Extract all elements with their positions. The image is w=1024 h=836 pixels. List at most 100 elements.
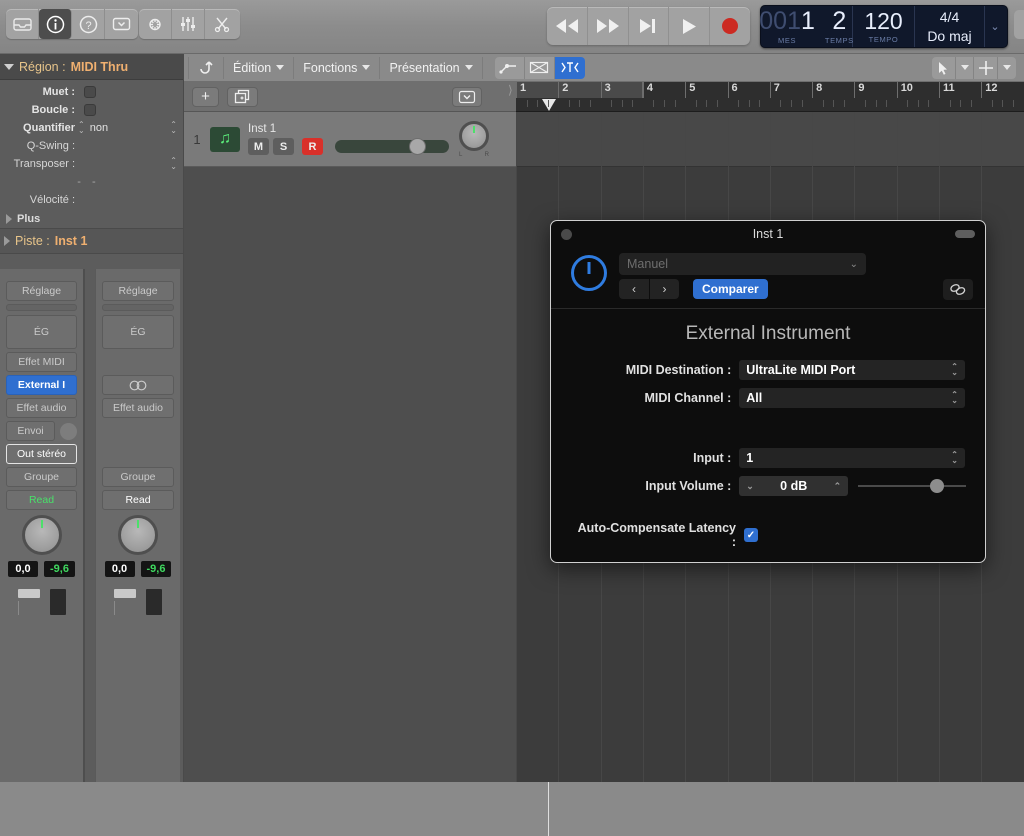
strip1-group-slot[interactable]: Groupe	[6, 467, 77, 487]
strip2-audio-fx-slot[interactable]: Effet audio	[102, 398, 174, 418]
plugin-resize-icon[interactable]	[955, 230, 975, 238]
add-track-button[interactable]: +	[192, 86, 219, 107]
forward-button[interactable]	[588, 7, 629, 45]
help-icon[interactable]: ?	[72, 9, 105, 39]
strip1-audio-fx-slot[interactable]: Effet audio	[6, 398, 77, 418]
duplicate-track-button[interactable]	[227, 86, 258, 107]
lcd-tempo[interactable]: 120 TEMPO	[853, 6, 915, 47]
mixer-icon[interactable]	[172, 9, 205, 39]
goto-end-button[interactable]	[629, 7, 670, 45]
tab-presentation[interactable]: Présentation	[380, 56, 483, 79]
midi-destination-popup[interactable]: UltraLite MIDI Port ⌃ ⌄	[739, 360, 965, 380]
editor-scissors-icon[interactable]	[205, 9, 238, 39]
strip1-send-knob[interactable]	[60, 422, 77, 440]
play-button[interactable]	[669, 7, 711, 45]
track-volume-handle[interactable]	[409, 138, 426, 155]
automation-icon[interactable]	[495, 56, 525, 79]
strip1-output-slot[interactable]: Out stéréo	[6, 444, 77, 464]
lcd-display[interactable]: 001 1 MES 2 TEMPS 120 TEMPO 4/4 Do maj ⌄	[759, 5, 1008, 48]
plugin-close-icon[interactable]	[561, 229, 572, 240]
inspector-row-qswing[interactable]: Q-Swing :	[0, 137, 183, 155]
toolbar-overflow-button[interactable]	[1014, 10, 1024, 39]
inspector-row-muet[interactable]: Muet :	[0, 83, 183, 101]
strip1-fader-handle[interactable]	[17, 589, 40, 615]
strip1-eq-button[interactable]: ÉG	[6, 315, 77, 349]
lcd-position[interactable]: 001 1 MES 2 TEMPS	[759, 6, 853, 47]
strip2-eq-button[interactable]: ÉG	[102, 315, 174, 349]
inspector-row-boucle[interactable]: Boucle :	[0, 101, 183, 119]
smart-controls-icon[interactable]	[139, 9, 172, 39]
plugin-titlebar[interactable]: Inst 1	[551, 221, 985, 247]
disclosure-down-icon[interactable]	[4, 63, 14, 70]
link-chain-icon[interactable]	[943, 279, 973, 300]
stepper-icon[interactable]: ⌃ ⌄	[951, 363, 958, 377]
strip2-volume-value[interactable]: -9,6	[140, 561, 172, 577]
pointer-tool-chevron-icon[interactable]	[956, 56, 974, 79]
track-volume-slider[interactable]	[335, 138, 449, 155]
strip2-pan-knob[interactable]	[118, 515, 158, 555]
flex-fade-icon[interactable]	[525, 56, 555, 79]
inspector-row-quantifier[interactable]: Quantifier ⌃ ⌄ non ⌃ ⌄	[0, 119, 183, 137]
inspector-region-header[interactable]: Région : MIDI Thru	[0, 54, 183, 80]
lcd-chevron-down-icon[interactable]: ⌄	[985, 6, 1005, 47]
strip1-pan-value[interactable]: 0,0	[8, 561, 39, 577]
track-name[interactable]: Inst 1	[248, 123, 449, 135]
strip1-pan-knob[interactable]	[21, 515, 62, 555]
toolbar-collapse-icon[interactable]	[105, 9, 138, 39]
strip2-automation-mode[interactable]: Read	[102, 490, 174, 510]
timeline-ruler[interactable]: ⟩ 1 2 3 4 5 6 7 8 9 10 11 12	[508, 82, 1024, 112]
solo-button[interactable]: S	[273, 138, 294, 155]
preset-dropdown[interactable]: Manuel ⌄	[619, 253, 866, 275]
strip2-thin-slot[interactable]	[102, 304, 174, 311]
auto-compensate-checkbox[interactable]: ✓	[744, 528, 758, 542]
strip1-thin-slot[interactable]	[6, 304, 77, 311]
strip1-setting-button[interactable]: Réglage	[6, 281, 77, 301]
inspector-track-header[interactable]: Piste : Inst 1	[0, 228, 183, 254]
strip1-send-slot[interactable]: Envoi	[6, 421, 55, 441]
strip1-midi-fx-slot[interactable]: Effet MIDI	[6, 352, 77, 372]
strip2-setting-button[interactable]: Réglage	[102, 281, 174, 301]
inspector-row-velocite[interactable]: Vélocité :	[0, 191, 183, 209]
collapse-tracks-button[interactable]	[452, 86, 482, 107]
quantifier-stepper-icon[interactable]: ⌃ ⌄	[170, 121, 177, 135]
next-preset-button[interactable]: ›	[649, 279, 679, 299]
slider-handle[interactable]	[930, 479, 945, 493]
stepper-icon[interactable]: ⌃ ⌄	[951, 451, 958, 465]
snap-marquee-icon[interactable]	[554, 56, 585, 79]
inspector-more-toggle[interactable]: Plus	[0, 209, 183, 228]
strip2-stereo-icon[interactable]	[102, 375, 174, 395]
midi-channel-popup[interactable]: All ⌃ ⌄	[739, 388, 965, 408]
boucle-checkbox[interactable]	[84, 104, 96, 116]
strip1-instrument-slot[interactable]: External I	[6, 375, 77, 395]
track-list-empty-area[interactable]	[184, 167, 516, 782]
strip2-group-slot[interactable]: Groupe	[102, 467, 174, 487]
stepper-icon[interactable]: ⌃ ⌄	[951, 391, 958, 405]
cycle-region[interactable]	[516, 82, 643, 98]
track-pan-knob[interactable]	[459, 120, 489, 151]
tab-fonctions[interactable]: Fonctions	[294, 56, 381, 79]
lcd-signature[interactable]: 4/4 Do maj	[915, 6, 985, 47]
mute-button[interactable]: M	[248, 138, 269, 155]
strip1-volume-value[interactable]: -9,6	[44, 561, 75, 577]
compare-button[interactable]: Comparer	[693, 279, 768, 299]
volume-decrement-icon[interactable]: ⌄	[746, 481, 754, 492]
info-icon[interactable]	[39, 9, 72, 39]
library-icon[interactable]	[6, 9, 39, 39]
pointer-tool-icon[interactable]	[932, 56, 956, 79]
strip1-automation-mode[interactable]: Read	[6, 490, 77, 510]
track-disclosure-icon[interactable]	[4, 236, 10, 246]
quantifier-stepper-left-icon[interactable]: ⌃ ⌄	[78, 121, 85, 135]
input-popup[interactable]: 1 ⌃ ⌄	[739, 448, 965, 468]
power-button-icon[interactable]	[571, 255, 607, 291]
track-header-inst1[interactable]: 1 ♫ Inst 1 M S R L R	[184, 112, 516, 167]
marquee-tool-chevron-icon[interactable]	[998, 57, 1016, 79]
transposer-stepper-icon[interactable]: ⌃ ⌄	[170, 157, 177, 171]
inspector-row-transposer[interactable]: Transposer : ⌃ ⌄	[0, 155, 183, 173]
disclosure-right-icon[interactable]	[6, 213, 12, 224]
record-button[interactable]	[710, 7, 750, 45]
marquee-tool-icon[interactable]	[974, 56, 998, 79]
record-enable-button[interactable]: R	[302, 138, 323, 155]
strip2-fader-handle[interactable]	[114, 589, 136, 615]
prev-preset-button[interactable]: ‹	[619, 279, 649, 299]
strip2-pan-value[interactable]: 0,0	[104, 561, 135, 577]
